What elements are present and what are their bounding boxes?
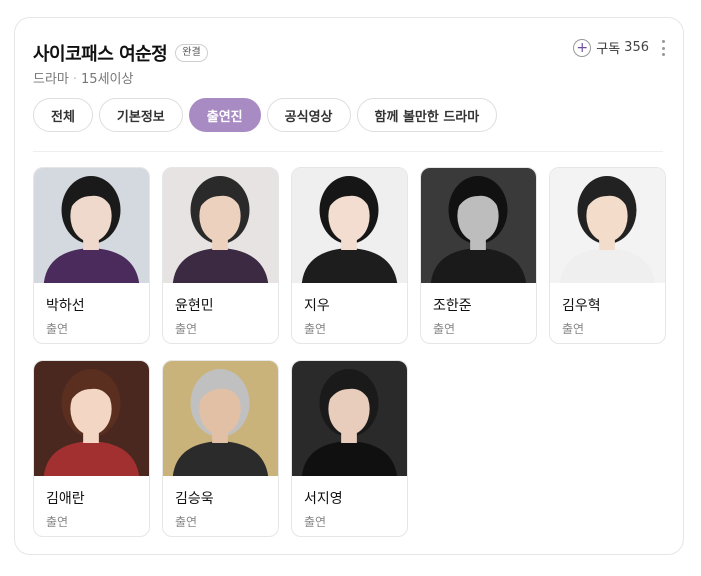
tab-bar: 전체 기본정보 출연진 공식영상 함께 볼만한 드라마 (33, 98, 498, 132)
tab-related-dramas[interactable]: 함께 볼만한 드라마 (356, 98, 498, 132)
cast-photo (550, 168, 665, 283)
cast-card[interactable]: 서지영출연 (291, 360, 408, 537)
tab-cast[interactable]: 출연진 (188, 98, 261, 132)
cast-card[interactable]: 윤현민출연 (162, 167, 279, 344)
cast-photo (163, 361, 278, 476)
cast-card[interactable]: 지우출연 (291, 167, 408, 344)
cast-card[interactable]: 박하선출연 (33, 167, 150, 344)
cast-role: 출연 (304, 515, 327, 529)
cast-photo (34, 361, 149, 476)
cast-role: 출연 (175, 515, 198, 529)
subscribe-count: 356 (624, 40, 649, 55)
cast-name: 윤현민 (175, 298, 214, 314)
cast-photo (292, 361, 407, 476)
cast-photo (292, 168, 407, 283)
divider (33, 151, 663, 152)
cast-name: 조한준 (433, 298, 472, 314)
cast-role: 출연 (433, 322, 456, 336)
tab-all[interactable]: 전체 (33, 98, 93, 132)
cast-photo (421, 168, 536, 283)
subscribe-button[interactable]: + 구독 356 (573, 38, 649, 57)
cast-name: 김우혁 (562, 298, 601, 314)
cast-card[interactable]: 조한준출연 (420, 167, 537, 344)
cast-name: 김애란 (46, 491, 85, 507)
drama-info-card: 사이코패스 여순정 완결 드라마 · 15세이상 + 구독 356 전체 기본정보 … (14, 17, 684, 555)
cast-name: 김승욱 (175, 491, 214, 507)
cast-name: 지우 (304, 298, 330, 314)
cast-role: 출연 (46, 322, 69, 336)
cast-card[interactable]: 김우혁출연 (549, 167, 666, 344)
cast-role: 출연 (175, 322, 198, 336)
tab-official-video[interactable]: 공식영상 (266, 98, 351, 132)
plus-icon: + (573, 38, 592, 57)
subscribe-label: 구독 (596, 42, 621, 57)
cast-role: 출연 (562, 322, 585, 336)
meta-separator: · (72, 72, 78, 87)
cast-name: 박하선 (46, 298, 85, 314)
cast-photo (163, 168, 278, 283)
drama-meta: 드라마 · 15세이상 (33, 68, 133, 87)
genre-label: 드라마 (33, 72, 69, 87)
rating-label: 15세이상 (81, 72, 134, 87)
cast-card[interactable]: 김애란출연 (33, 360, 150, 537)
cast-photo (34, 168, 149, 283)
cast-role: 출연 (304, 322, 327, 336)
cast-grid: 박하선 출연 윤현민 출연 지우 출연 조한준 출연 김우혁 출연 김애란 출연 김승욱 출연… (33, 167, 673, 537)
drama-title[interactable]: 사이코패스 여순정 (33, 40, 168, 66)
tab-basic-info[interactable]: 기본정보 (98, 98, 183, 132)
cast-name: 서지영 (304, 491, 343, 507)
cast-card[interactable]: 김승욱출연 (162, 360, 279, 537)
more-options-icon[interactable] (661, 40, 665, 56)
status-badge: 완결 (175, 44, 208, 62)
title-row: 사이코패스 여순정 완결 (33, 40, 208, 66)
cast-role: 출연 (46, 515, 69, 529)
